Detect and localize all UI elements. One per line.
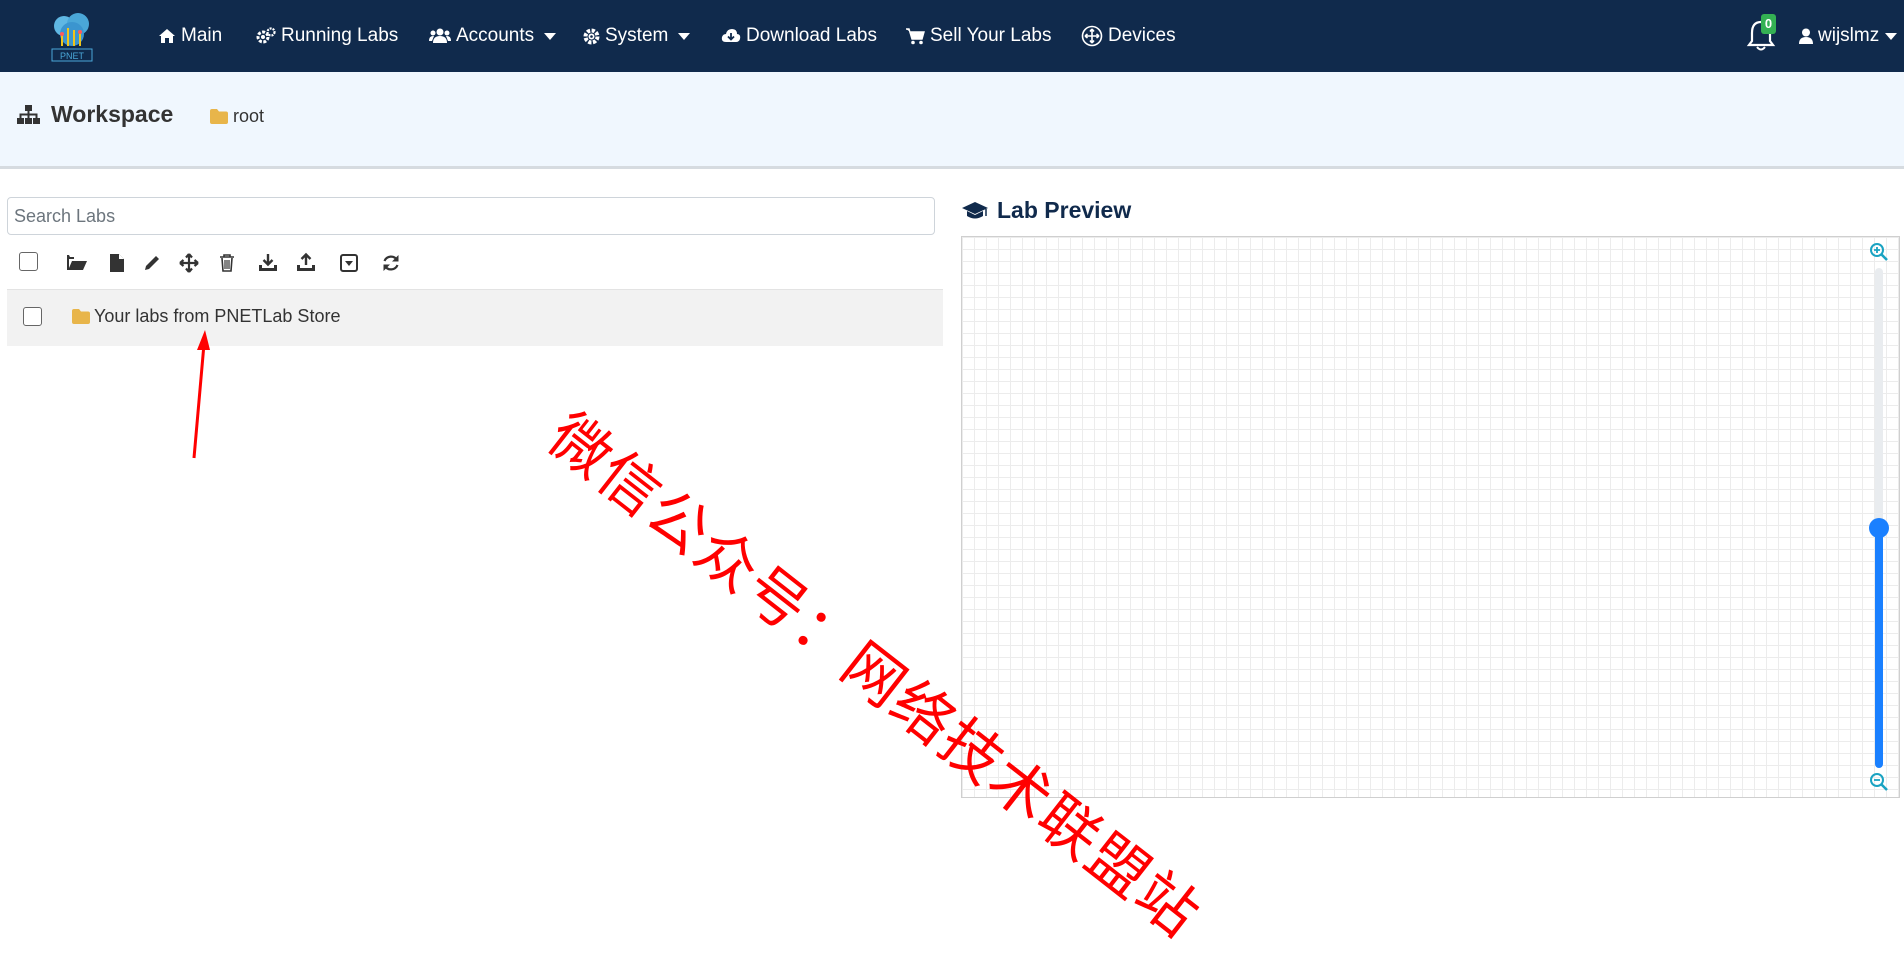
open-folder-icon[interactable] bbox=[66, 252, 88, 274]
cloud-download-icon bbox=[721, 29, 741, 42]
edit-pencil-icon[interactable] bbox=[141, 252, 163, 274]
home-icon bbox=[159, 29, 175, 43]
cogs-icon bbox=[256, 27, 276, 44]
user-icon bbox=[1799, 28, 1813, 44]
cart-icon bbox=[906, 27, 925, 44]
nav-system[interactable]: System bbox=[583, 0, 691, 72]
logo-text: PNET bbox=[60, 51, 85, 61]
collapse-icon[interactable] bbox=[338, 252, 360, 274]
nav-running-labs[interactable]: Running Labs bbox=[256, 0, 398, 72]
export-icon[interactable] bbox=[295, 252, 317, 274]
chevron-down-icon bbox=[544, 32, 557, 40]
folder-icon bbox=[72, 309, 90, 324]
nav-sell-your-labs[interactable]: Sell Your Labs bbox=[906, 0, 1052, 72]
import-icon[interactable] bbox=[257, 252, 279, 274]
nav-download-labs[interactable]: Download Labs bbox=[721, 0, 877, 72]
nav-devices[interactable]: Devices bbox=[1081, 0, 1176, 72]
gear-icon bbox=[583, 28, 600, 44]
workspace-header bbox=[0, 72, 1904, 169]
pnet-logo[interactable]: PNET bbox=[48, 12, 96, 62]
nav-accounts-label: Accounts bbox=[456, 25, 535, 46]
select-all-checkbox[interactable] bbox=[19, 252, 38, 271]
nav-system-label: System bbox=[605, 25, 669, 46]
zoom-in-icon[interactable] bbox=[1869, 242, 1889, 262]
zoom-out-icon[interactable] bbox=[1869, 772, 1889, 792]
folder-icon bbox=[210, 109, 228, 124]
chevron-down-icon bbox=[1885, 32, 1898, 40]
top-navbar: PNET Main Running Labs Accounts System D… bbox=[0, 0, 1904, 72]
nav-download-labs-label: Download Labs bbox=[746, 25, 877, 46]
users-icon bbox=[429, 28, 451, 43]
refresh-icon[interactable] bbox=[380, 252, 402, 274]
folder-store-labs[interactable]: Your labs from PNETLab Store bbox=[72, 306, 340, 327]
row-checkbox[interactable] bbox=[23, 307, 42, 326]
nav-accounts[interactable]: Accounts bbox=[429, 0, 557, 72]
nav-main-label: Main bbox=[181, 25, 223, 46]
zoom-slider-thumb[interactable] bbox=[1869, 518, 1889, 538]
nav-running-labs-label: Running Labs bbox=[281, 25, 399, 46]
graduation-cap-icon bbox=[962, 201, 988, 218]
lab-preview-title: Lab Preview bbox=[961, 197, 1131, 224]
folder-label: Your labs from PNETLab Store bbox=[94, 306, 341, 326]
red-arrow-annotation bbox=[192, 330, 210, 459]
sitemap-icon bbox=[17, 105, 40, 124]
move-circle-icon bbox=[1081, 25, 1103, 47]
user-name: wijslmz bbox=[1818, 25, 1880, 46]
lab-preview-canvas[interactable] bbox=[961, 236, 1900, 798]
zoom-slider-fill bbox=[1875, 528, 1883, 768]
page-title: Workspace bbox=[51, 101, 174, 127]
search-labs-input[interactable] bbox=[7, 197, 935, 235]
new-file-icon[interactable] bbox=[106, 252, 128, 274]
move-icon[interactable] bbox=[178, 252, 200, 274]
breadcrumb-root[interactable]: root bbox=[210, 106, 264, 127]
nav-devices-label: Devices bbox=[1108, 25, 1176, 46]
trash-icon[interactable] bbox=[216, 252, 238, 274]
notification-count-badge: 0 bbox=[1761, 14, 1776, 34]
breadcrumb-root-label: root bbox=[233, 106, 265, 126]
lab-preview-label: Lab Preview bbox=[997, 197, 1132, 223]
nav-main[interactable]: Main bbox=[158, 0, 222, 72]
chevron-down-icon bbox=[678, 32, 691, 40]
nav-sell-your-labs-label: Sell Your Labs bbox=[930, 25, 1052, 46]
user-menu[interactable]: wijslmz bbox=[1799, 0, 1898, 72]
